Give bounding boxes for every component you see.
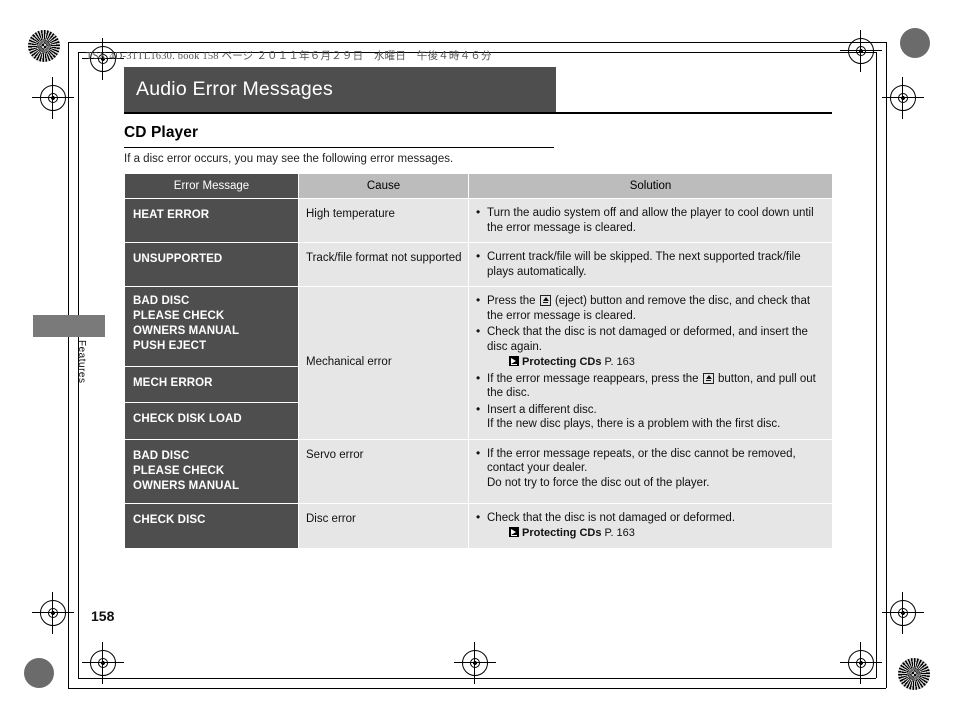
cause-cell: Track/file format not supported [298,242,469,287]
column-header-error-message: Error Message [124,173,299,199]
column-header-cause: Cause [298,173,469,199]
cause-cell: High temperature [298,198,469,243]
solution-list: Current track/file will be skipped. The … [475,249,824,279]
registration-target-right-lower [882,592,924,634]
section-thumb-tab-label: Features [76,340,87,384]
solution-cell: If the error message repeats, or the dis… [468,438,833,504]
solution-item: Press the (eject) button and remove the … [475,293,824,323]
solution-cell: Press the (eject) button and remove the … [468,286,833,440]
cross-reference-page: P. 163 [601,527,635,539]
subsection-divider [124,147,554,148]
error-message-cell: UNSUPPORTED [124,242,299,287]
cause-cell: Servo error [298,438,469,504]
reference-icon [509,356,519,366]
table-row: BAD DISC PLEASE CHECK OWNERS MANUAL PUSH EJ… [124,286,833,440]
registration-dot-top-right [900,28,930,58]
registration-target-bottom-right [840,642,882,684]
table-row: HEAT ERRORHigh temperatureTurn the audio… [124,198,833,243]
registration-target-bottom-center [454,642,496,684]
registration-target-bottom-left [82,642,124,684]
error-message-cell: MECH ERROR [124,365,299,404]
eject-icon [702,372,714,384]
running-header: TSX 4D-31TL1630. book 158 ページ ２０１１年６月２９日… [86,51,492,62]
title-divider [124,112,832,114]
crop-line-bottom-inner [78,678,876,679]
registration-target-left-lower [32,592,74,634]
solution-cell: Turn the audio system off and allow the … [468,198,833,243]
solution-list: Check that the disc is not damaged or de… [475,510,824,541]
intro-paragraph: If a disc error occurs, you may see the … [124,153,454,165]
crop-line-right-outer [886,42,887,688]
cross-reference[interactable]: Protecting CDs P. 163 [509,355,824,370]
solution-subline: If the new disc plays, there is a proble… [487,418,781,430]
cross-reference-label: Protecting CDs [522,527,602,539]
registration-target-top-right [840,30,882,72]
solution-list: If the error message repeats, or the dis… [475,446,824,491]
error-message-cell: CHECK DISK LOAD [124,402,299,440]
error-message-cell: CHECK DISC [124,502,299,549]
registration-dot-bottom-left [24,658,54,688]
error-message-cell: BAD DISC PLEASE CHECK OWNERS MANUAL [124,438,299,504]
solution-list: Press the (eject) button and remove the … [475,293,824,432]
registration-rosette-top-left [28,30,60,62]
cross-reference[interactable]: Protecting CDs P. 163 [509,526,824,541]
section-thumb-tab [33,315,105,337]
crop-line-bottom-outer [68,688,886,689]
solution-cell: Current track/file will be skipped. The … [468,242,833,287]
solution-item: Current track/file will be skipped. The … [475,249,824,279]
solution-list: Turn the audio system off and allow the … [475,205,824,235]
solution-item: Turn the audio system off and allow the … [475,205,824,235]
cause-cell: Mechanical error [298,286,469,440]
registration-target-left-upper [32,77,74,119]
crop-line-right-inner [876,52,877,678]
registration-rosette-bottom-right [898,658,930,690]
error-message-cell: BAD DISC PLEASE CHECK OWNERS MANUAL PUSH EJ… [124,286,299,367]
solution-item: Check that the disc is not damaged or de… [475,324,824,370]
crop-line-left-outer [68,42,69,688]
registration-target-right-upper [882,77,924,119]
cross-reference-page: P. 163 [601,356,635,368]
table-row: BAD DISC PLEASE CHECK OWNERS MANUAL Servo e… [124,438,833,504]
table-header-row: Error Message Cause Solution [124,173,833,199]
column-header-solution: Solution [468,173,833,199]
reference-icon [509,527,519,537]
section-title-bar: Audio Error Messages [124,67,556,112]
solution-item: If the error message reappears, press th… [475,371,824,401]
crop-line-top-outer [68,42,886,43]
solution-item: Insert a different disc.If the new disc … [475,402,824,432]
eject-icon [539,295,551,306]
solution-subline: Do not try to force the disc out of the … [487,476,710,489]
cause-cell: Disc error [298,502,469,549]
solution-cell: Check that the disc is not damaged or de… [468,502,833,549]
solution-item: If the error message repeats, or the dis… [475,446,824,491]
table-row: UNSUPPORTED Track/file format not support… [124,242,833,287]
table-body: HEAT ERRORHigh temperatureTurn the audio… [124,198,833,549]
page-title: Audio Error Messages [136,78,333,100]
cross-reference-label: Protecting CDs [522,356,602,368]
subsection-title: CD Player [124,124,199,141]
table-row: CHECK DISCDisc errorCheck that the disc … [124,502,833,549]
error-message-table: Error Message Cause Solution HEAT ERROR H… [124,173,833,549]
solution-item: Check that the disc is not damaged or de… [475,510,824,541]
error-message-cell: HEAT ERROR [124,198,299,243]
page-number: 158 [91,608,115,624]
